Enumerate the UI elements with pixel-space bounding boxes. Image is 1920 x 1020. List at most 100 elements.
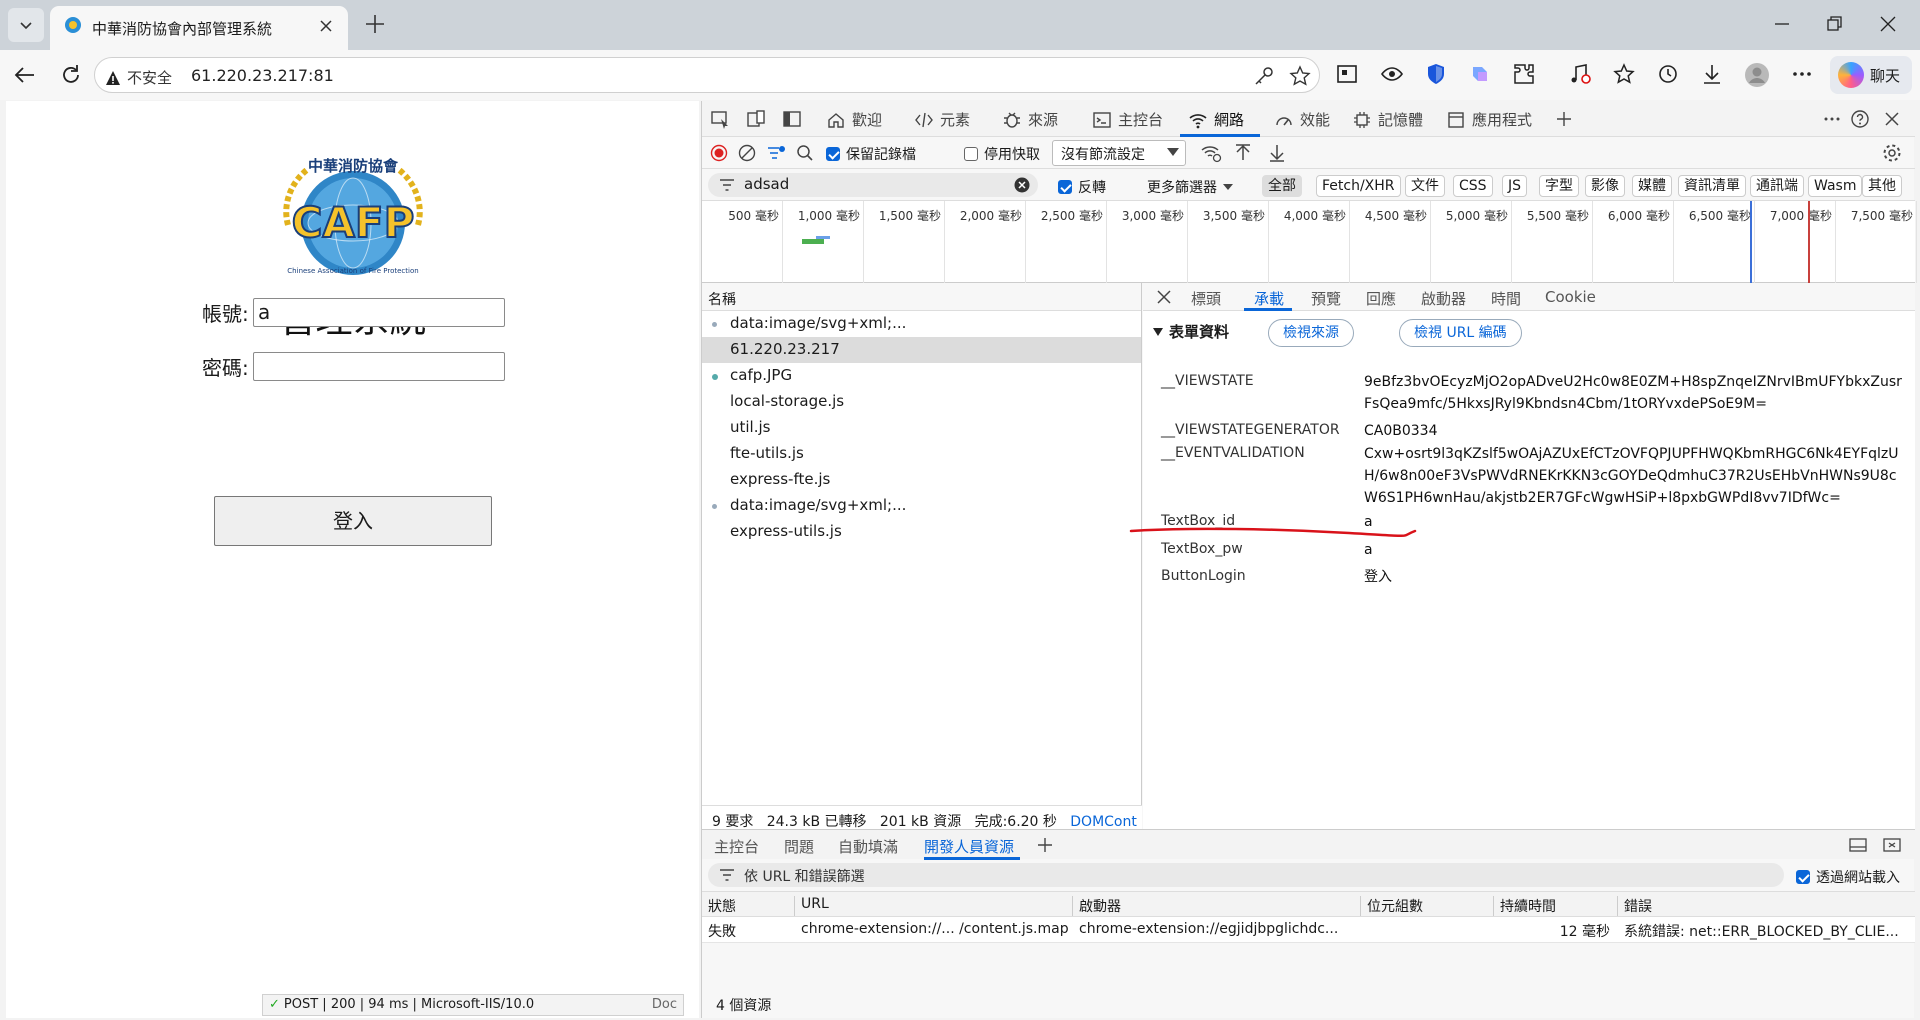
close-drawer-icon[interactable]	[1882, 836, 1902, 854]
username-input[interactable]: a	[253, 298, 505, 327]
request-row[interactable]: 61.220.23.217	[702, 337, 1141, 363]
request-row[interactable]: local-storage.js	[702, 389, 1141, 415]
search-icon[interactable]	[796, 144, 814, 162]
add-drawer-tab-icon[interactable]	[1036, 836, 1054, 854]
invert-checkbox[interactable]: 反轉	[1058, 177, 1106, 197]
filter-chip-js[interactable]: JS	[1502, 175, 1528, 197]
new-tab-icon[interactable]	[364, 13, 386, 35]
minimize-icon[interactable]	[1770, 12, 1794, 36]
tab-sources[interactable]: 來源	[1002, 109, 1058, 130]
name-column-header[interactable]: 名稱	[702, 283, 1141, 311]
filter-chip-socket[interactable]: 通訊端	[1750, 175, 1804, 197]
detail-tab-response[interactable]: 回應	[1366, 288, 1396, 309]
record-icon[interactable]	[710, 144, 728, 162]
request-row[interactable]: cafp.JPG	[702, 363, 1141, 389]
filter-input[interactable]: adsad	[708, 173, 1038, 197]
filter-chip-other[interactable]: 其他	[1862, 175, 1902, 197]
request-row[interactable]: util.js	[702, 415, 1141, 441]
browser-tab[interactable]: 中華消防協會內部管理系統	[50, 6, 348, 50]
drawer-tab-developer-resources[interactable]: 開發人員資源	[924, 836, 1014, 857]
filter-chip-all[interactable]: 全部	[1262, 175, 1302, 197]
show-loaded-via-site-checkbox[interactable]: 透過網站載入	[1796, 867, 1900, 887]
detail-tab-headers[interactable]: 標頭	[1191, 288, 1221, 309]
security-indicator[interactable]: 不安全	[105, 67, 172, 88]
drawer-filter-input[interactable]: 依 URL 和錯誤篩選	[708, 863, 1784, 887]
tab-memory[interactable]: 記憶體	[1352, 109, 1423, 130]
drawer-tab-autofill[interactable]: 自動填滿	[838, 836, 898, 857]
detail-tab-payload[interactable]: 承載	[1254, 288, 1284, 309]
inspect-icon[interactable]	[710, 109, 730, 129]
dock-drawer-icon[interactable]	[1848, 836, 1868, 854]
back-icon[interactable]	[12, 62, 38, 88]
app-icon[interactable]	[1335, 62, 1359, 86]
detail-tab-preview[interactable]: 預覽	[1311, 288, 1341, 309]
clear-icon[interactable]	[738, 144, 756, 162]
import-har-icon[interactable]	[1234, 143, 1252, 163]
clear-filter-icon[interactable]	[1014, 177, 1030, 193]
filter-chip-doc[interactable]: 文件	[1405, 175, 1445, 197]
more-tools-icon[interactable]	[1822, 109, 1842, 129]
key-icon[interactable]	[1253, 65, 1275, 87]
disable-cache-checkbox[interactable]: 停用快取	[964, 144, 1040, 164]
filter-chip-font[interactable]: 字型	[1539, 175, 1579, 197]
filter-chip-manifest[interactable]: 資訊清單	[1678, 175, 1746, 197]
drawer-tab-issues[interactable]: 問題	[784, 836, 814, 857]
close-window-icon[interactable]	[1876, 12, 1900, 36]
filter-chip-img[interactable]: 影像	[1585, 175, 1625, 197]
filter-toggle-icon[interactable]	[766, 143, 786, 163]
favorite-star-icon[interactable]	[1289, 65, 1311, 87]
tab-performance[interactable]: 效能	[1274, 109, 1330, 130]
eye-icon[interactable]	[1380, 62, 1404, 86]
close-devtools-icon[interactable]	[1882, 109, 1902, 129]
col-url[interactable]: URL	[794, 896, 829, 916]
close-tab-icon[interactable]	[316, 16, 336, 36]
view-source-button[interactable]: 檢視來源	[1268, 319, 1354, 347]
copilot-chat-button[interactable]: 聊天	[1830, 56, 1912, 94]
restore-icon[interactable]	[1822, 12, 1846, 36]
shield-icon[interactable]	[1424, 62, 1448, 86]
col-duration[interactable]: 持續時間	[1493, 896, 1556, 916]
network-settings-gear-icon[interactable]	[1882, 143, 1902, 163]
favorites-icon[interactable]	[1612, 62, 1636, 86]
tab-application[interactable]: 應用程式	[1446, 109, 1532, 130]
network-timeline-overview[interactable]: 500 毫秒 1,000 毫秒 1,500 毫秒 2,000 毫秒 2,500 …	[702, 201, 1917, 283]
col-error[interactable]: 錯誤	[1617, 896, 1652, 916]
request-row[interactable]: data:image/svg+xml;...	[702, 311, 1141, 337]
tab-console[interactable]: 主控台	[1092, 109, 1163, 130]
downloads-icon[interactable]	[1700, 62, 1724, 86]
refresh-icon[interactable]	[58, 62, 84, 88]
col-initiator[interactable]: 啟動器	[1072, 896, 1121, 916]
extensions-icon[interactable]	[1512, 62, 1536, 86]
col-bytes[interactable]: 位元組數	[1360, 896, 1423, 916]
view-url-encoded-button[interactable]: 檢視 URL 編碼	[1399, 319, 1522, 347]
detail-tab-cookies[interactable]: Cookie	[1545, 288, 1596, 306]
more-menu-icon[interactable]	[1790, 62, 1814, 86]
detail-tab-initiator[interactable]: 啟動器	[1421, 288, 1466, 309]
filter-chip-wasm[interactable]: Wasm	[1808, 175, 1863, 197]
form-data-section-toggle[interactable]: 表單資料	[1153, 321, 1229, 342]
tab-welcome[interactable]: 歡迎	[826, 109, 882, 130]
tab-elements[interactable]: 元素	[914, 109, 970, 130]
filter-chip-media[interactable]: 媒體	[1632, 175, 1672, 197]
network-conditions-icon[interactable]	[1200, 143, 1222, 163]
copilot-extension-icon[interactable]	[1468, 62, 1492, 86]
help-icon[interactable]	[1850, 109, 1870, 129]
dock-sidebar-icon[interactable]	[782, 109, 802, 129]
url-text[interactable]: 61.220.23.217:81	[191, 66, 334, 85]
export-har-icon[interactable]	[1268, 143, 1286, 163]
address-bar[interactable]: 不安全 61.220.23.217:81	[94, 57, 1320, 93]
request-row[interactable]: express-utils.js	[702, 519, 1141, 545]
add-tool-icon[interactable]	[1554, 109, 1574, 129]
throttling-select[interactable]: 沒有節流設定	[1052, 140, 1186, 166]
filter-chip-css[interactable]: CSS	[1453, 175, 1493, 197]
request-row[interactable]: fte-utils.js	[702, 441, 1141, 467]
profile-avatar-icon[interactable]	[1744, 62, 1770, 88]
device-emulation-icon[interactable]	[746, 109, 766, 129]
more-filters-dropdown[interactable]: 更多篩選器	[1147, 177, 1233, 197]
login-button[interactable]: 登入	[214, 496, 492, 546]
history-icon[interactable]	[1656, 62, 1680, 86]
detail-tab-timing[interactable]: 時間	[1491, 288, 1521, 309]
media-icon[interactable]	[1568, 62, 1592, 86]
password-input[interactable]	[253, 352, 505, 381]
tab-network[interactable]: 網路	[1188, 109, 1244, 130]
